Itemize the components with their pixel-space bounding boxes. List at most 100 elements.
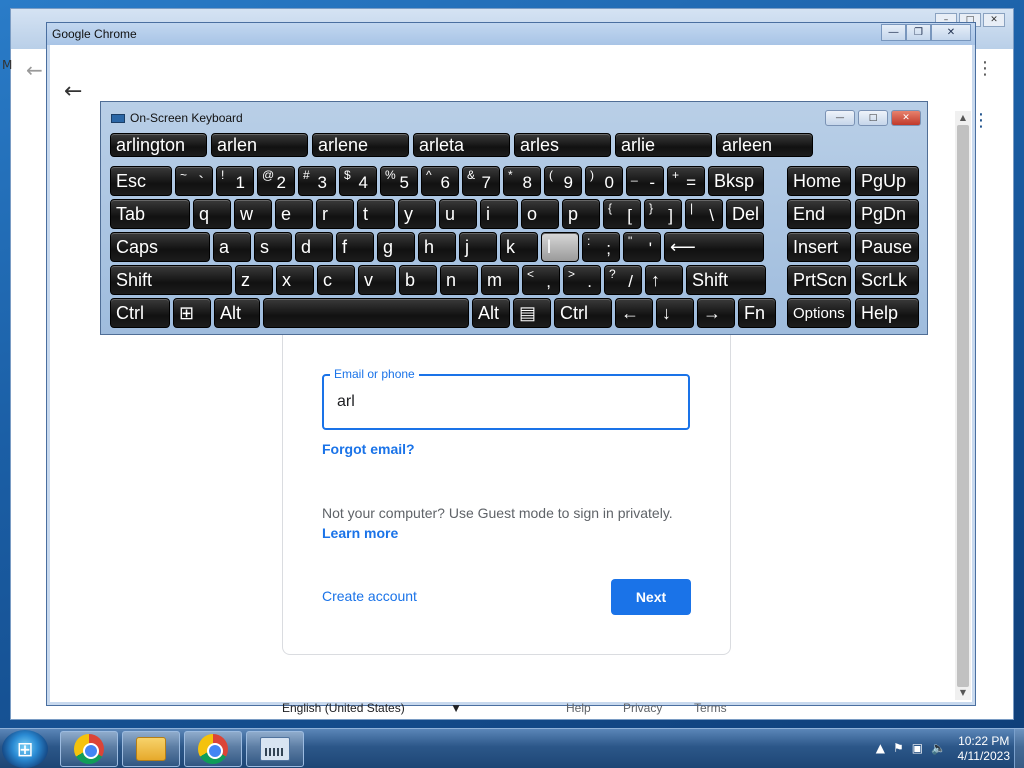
key-h[interactable]: h xyxy=(418,232,456,262)
key-b[interactable]: b xyxy=(399,265,437,295)
key-g[interactable]: g xyxy=(377,232,415,262)
taskbar-chrome-button-2[interactable] xyxy=(184,731,242,767)
key-prtscn[interactable]: PrtScn xyxy=(787,265,851,295)
key-8[interactable]: * 8 xyxy=(503,166,541,196)
volume-muted-icon[interactable]: 🔈 xyxy=(931,741,946,755)
key-'[interactable]: " ' xyxy=(623,232,661,262)
key-r[interactable]: r xyxy=(316,199,354,229)
scroll-down-arrow-icon[interactable]: ▼ xyxy=(955,686,971,700)
key--[interactable]: _ - xyxy=(626,166,664,196)
create-account-link[interactable]: Create account xyxy=(322,588,417,604)
key-][interactable]: }] xyxy=(644,199,682,229)
close-icon[interactable]: ✕ xyxy=(983,13,1005,27)
key-↓[interactable]: ↓ xyxy=(656,298,694,328)
key-[[interactable]: {[ xyxy=(603,199,641,229)
action-center-icon[interactable]: ⚑ xyxy=(893,741,904,755)
key-n[interactable]: n xyxy=(440,265,478,295)
key-1[interactable]: ! 1 xyxy=(216,166,254,196)
key-l[interactable]: l xyxy=(541,232,579,262)
key-i[interactable]: i xyxy=(480,199,518,229)
chrome-titlebar[interactable]: Google Chrome — ❐ ✕ xyxy=(47,23,975,45)
key-Bksp[interactable]: Bksp xyxy=(708,166,764,196)
learn-more-link[interactable]: Learn more xyxy=(322,525,398,541)
key-m[interactable]: m xyxy=(481,265,519,295)
footer-privacy-link[interactable]: Privacy xyxy=(623,701,662,715)
key-Del[interactable]: Del xyxy=(726,199,764,229)
key-p[interactable]: p xyxy=(562,199,600,229)
key-s[interactable]: s xyxy=(254,232,292,262)
key-,[interactable]: <, xyxy=(522,265,560,295)
suggestion-key[interactable]: arlington xyxy=(110,133,207,157)
forgot-email-link[interactable]: Forgot email? xyxy=(322,441,415,457)
email-field[interactable] xyxy=(322,374,690,430)
key-Ctrl[interactable]: Ctrl xyxy=(110,298,170,328)
key-Caps[interactable]: Caps xyxy=(110,232,210,262)
footer-terms-link[interactable]: Terms xyxy=(694,701,727,715)
key-;[interactable]: :; xyxy=(582,232,620,262)
back-arrow-icon[interactable]: ← xyxy=(64,79,82,104)
osk-titlebar[interactable]: On-Screen Keyboard xyxy=(111,111,243,125)
key-/[interactable]: ? / xyxy=(604,265,642,295)
next-button[interactable]: Next xyxy=(611,579,691,615)
close-icon[interactable]: ✕ xyxy=(931,24,971,41)
key-9[interactable]: (9 xyxy=(544,166,582,196)
key-Shift[interactable]: Shift xyxy=(110,265,232,295)
key-o[interactable]: o xyxy=(521,199,559,229)
network-icon[interactable]: ▣ xyxy=(912,741,923,755)
key-pgdn[interactable]: PgDn xyxy=(855,199,919,229)
key-scrlk[interactable]: ScrLk xyxy=(855,265,919,295)
minimize-icon[interactable]: — xyxy=(881,24,906,41)
maximize-icon[interactable]: □ xyxy=(858,110,888,126)
language-selector[interactable]: English (United States) ▼ xyxy=(282,701,462,715)
key-=[interactable]: + = xyxy=(667,166,705,196)
key-end[interactable]: End xyxy=(787,199,851,229)
key-pause[interactable]: Pause xyxy=(855,232,919,262)
key-x[interactable]: x xyxy=(276,265,314,295)
key-Alt[interactable]: Alt xyxy=(214,298,260,328)
key-e[interactable]: e xyxy=(275,199,313,229)
taskbar-chrome-button[interactable] xyxy=(60,731,118,767)
space-key[interactable] xyxy=(263,298,469,328)
suggestion-key[interactable]: arleen xyxy=(716,133,813,157)
key-⊞[interactable]: ⊞ xyxy=(173,298,211,328)
key-f[interactable]: f xyxy=(336,232,374,262)
close-icon[interactable]: ✕ xyxy=(891,110,921,126)
suggestion-key[interactable]: arles xyxy=(514,133,611,157)
key-options[interactable]: Options xyxy=(787,298,851,328)
key-Fn[interactable]: Fn xyxy=(738,298,776,328)
key-Ctrl[interactable]: Ctrl xyxy=(554,298,612,328)
key-help[interactable]: Help xyxy=(855,298,919,328)
key-z[interactable]: z xyxy=(235,265,273,295)
restore-icon[interactable]: ❐ xyxy=(906,24,931,41)
suggestion-key[interactable]: arlene xyxy=(312,133,409,157)
key-0[interactable]: ) 0 xyxy=(585,166,623,196)
key-→[interactable]: → xyxy=(697,298,735,328)
key-←[interactable]: ← xyxy=(615,298,653,328)
key-q[interactable]: q xyxy=(193,199,231,229)
key-3[interactable]: #3 xyxy=(298,166,336,196)
minimize-icon[interactable]: — xyxy=(825,110,855,126)
key-v[interactable]: v xyxy=(358,265,396,295)
key-pgup[interactable]: PgUp xyxy=(855,166,919,196)
key-insert[interactable]: Insert xyxy=(787,232,851,262)
scroll-up-arrow-icon[interactable]: ▲ xyxy=(955,111,971,125)
key-a[interactable]: a xyxy=(213,232,251,262)
clock[interactable]: 10:22 PM 4/11/2023 xyxy=(958,734,1011,764)
key-5[interactable]: % 5 xyxy=(380,166,418,196)
key-d[interactable]: d xyxy=(295,232,333,262)
key-▤[interactable]: ▤ xyxy=(513,298,551,328)
key-.[interactable]: >. xyxy=(563,265,601,295)
key-Esc[interactable]: Esc xyxy=(110,166,172,196)
key-\[interactable]: | \ xyxy=(685,199,723,229)
scroll-thumb[interactable] xyxy=(957,125,969,687)
start-button[interactable]: ⊞ xyxy=(2,730,48,768)
suggestion-key[interactable]: arlie xyxy=(615,133,712,157)
key-w[interactable]: w xyxy=(234,199,272,229)
taskbar-osk-button[interactable] xyxy=(246,731,304,767)
key-home[interactable]: Home xyxy=(787,166,851,196)
key-2[interactable]: @2 xyxy=(257,166,295,196)
key-u[interactable]: u xyxy=(439,199,477,229)
key-`[interactable]: ~ ` xyxy=(175,166,213,196)
key-↑[interactable]: ↑ xyxy=(645,265,683,295)
email-field-value[interactable]: arl xyxy=(337,393,355,411)
